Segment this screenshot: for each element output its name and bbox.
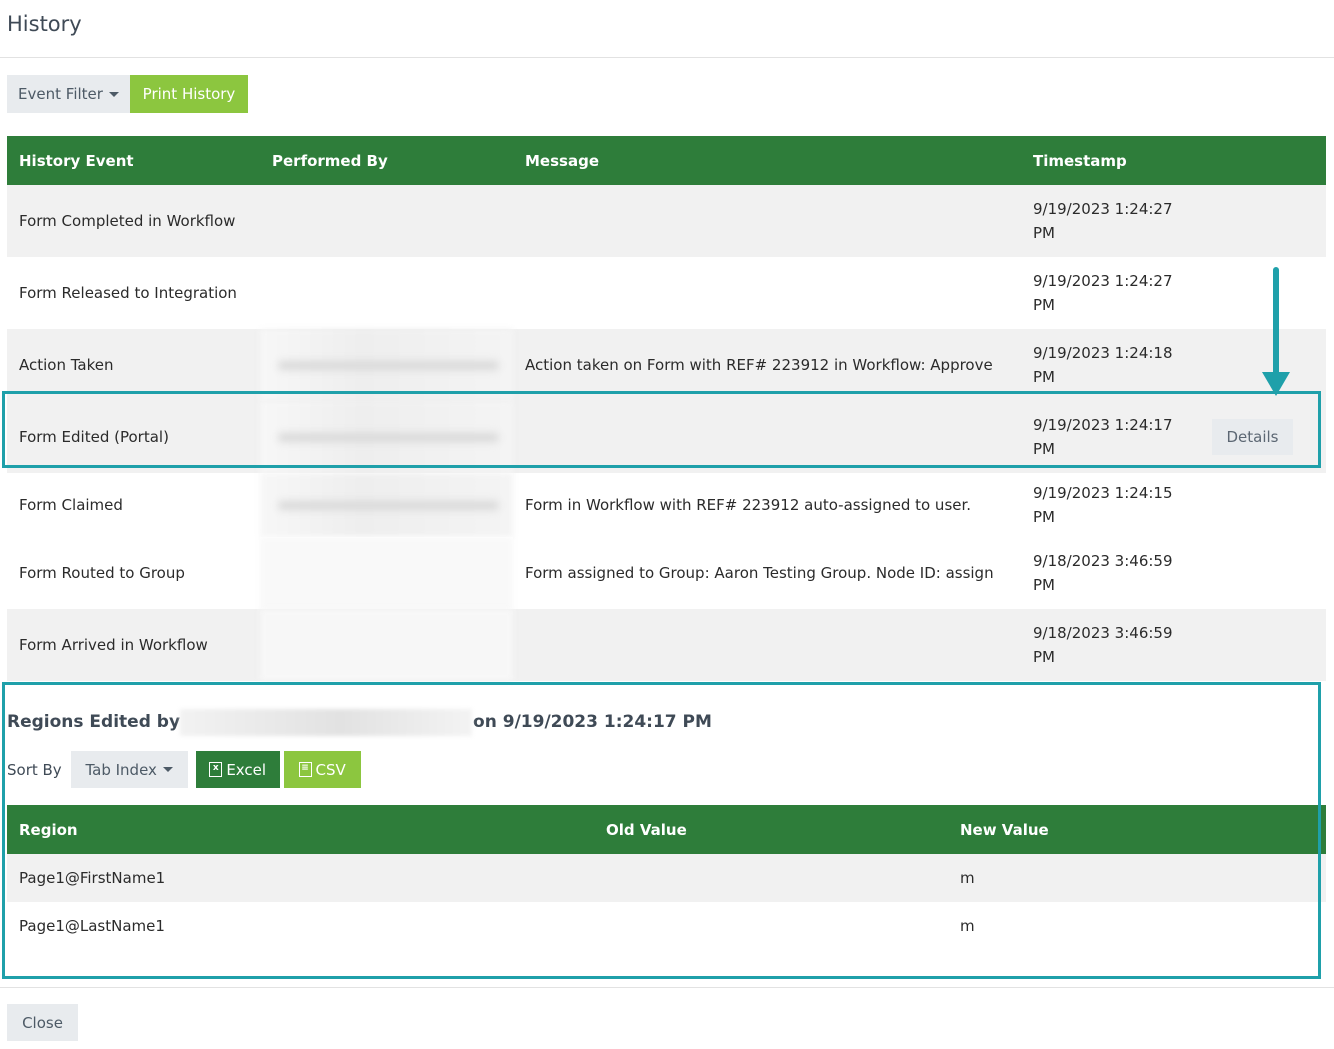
row-performed-by-redacted [260, 329, 513, 401]
sort-by-label: Sort By [7, 760, 62, 779]
table-row: Form Edited (Portal) 9/19/2023 1:24:17 P… [7, 401, 1326, 473]
csv-file-icon: ≡ [298, 762, 312, 777]
export-excel-button[interactable]: x Excel [195, 751, 280, 788]
row-old-value [594, 854, 948, 902]
col-new-value: New Value [948, 805, 1326, 854]
regions-heading-prefix: Regions Edited by [7, 712, 181, 732]
sort-by-dropdown[interactable]: Tab Index [70, 751, 188, 788]
col-performed-by: Performed By [260, 136, 513, 185]
history-toolbar: Event Filter Print History [7, 75, 248, 113]
table-row: Form Claimed Form in Workflow with REF# … [7, 473, 1326, 537]
excel-file-icon: x [209, 762, 223, 777]
row-region: Page1@LastName1 [7, 902, 594, 950]
row-region: Page1@FirstName1 [7, 854, 594, 902]
regions-table-header: Region Old Value New Value [7, 805, 1326, 854]
table-row: Form Completed in Workflow 9/19/2023 1:2… [7, 185, 1326, 257]
row-message: Form in Workflow with REF# 223912 auto-a… [513, 473, 1021, 537]
row-performed-by [260, 257, 513, 329]
regions-toolbar: Sort By Tab Index x Excel ≡ CSV [7, 751, 361, 788]
row-event: Form Claimed [7, 473, 260, 537]
table-row: Page1@FirstName1 m [7, 854, 1326, 902]
event-filter-dropdown[interactable]: Event Filter [7, 75, 130, 113]
row-message: Action taken on Form with REF# 223912 in… [513, 329, 1021, 401]
row-event: Form Arrived in Workflow [7, 609, 260, 681]
table-row: Page1@LastName1 m [7, 902, 1326, 950]
row-old-value [594, 902, 948, 950]
row-timestamp: 9/19/2023 1:24:17 PM [1021, 401, 1206, 473]
sort-value: Tab Index [85, 760, 157, 779]
col-actions [1206, 136, 1326, 185]
row-performed-by-redacted [260, 537, 513, 609]
row-message: Form assigned to Group: Aaron Testing Gr… [513, 537, 1021, 609]
table-row: Form Released to Integration 9/19/2023 1… [7, 257, 1326, 329]
col-old-value: Old Value [594, 805, 948, 854]
row-timestamp: 9/18/2023 3:46:59 PM [1021, 609, 1206, 681]
row-event: Form Completed in Workflow [7, 185, 260, 257]
history-table-header: History Event Performed By Message Times… [7, 136, 1326, 185]
close-button[interactable]: Close [7, 1004, 78, 1041]
footer-divider [0, 987, 1334, 988]
row-new-value: m [948, 902, 1326, 950]
col-region: Region [7, 805, 594, 854]
caret-down-icon [162, 767, 173, 772]
modal-title: History [7, 12, 82, 36]
details-button[interactable]: Details [1212, 419, 1293, 455]
row-event: Form Released to Integration [7, 257, 260, 329]
row-performed-by-redacted [260, 609, 513, 681]
event-filter-label: Event Filter [18, 85, 103, 103]
row-event: Form Edited (Portal) [7, 401, 260, 473]
regions-heading: Regions Edited by on 9/19/2023 1:24:17 P… [7, 708, 712, 736]
row-timestamp: 9/18/2023 3:46:59 PM [1021, 537, 1206, 609]
row-new-value: m [948, 854, 1326, 902]
row-event: Action Taken [7, 329, 260, 401]
row-timestamp: 9/19/2023 1:24:15 PM [1021, 473, 1206, 537]
row-message [513, 609, 1021, 681]
print-history-button[interactable]: Print History [130, 75, 248, 113]
row-message [513, 257, 1021, 329]
title-divider [0, 57, 1334, 58]
row-message [513, 401, 1021, 473]
row-message [513, 185, 1021, 257]
row-performed-by-redacted [260, 401, 513, 473]
col-timestamp: Timestamp [1021, 136, 1206, 185]
row-timestamp: 9/19/2023 1:24:27 PM [1021, 257, 1206, 329]
row-timestamp: 9/19/2023 1:24:18 PM [1021, 329, 1206, 401]
regions-heading-suffix: on 9/19/2023 1:24:17 PM [473, 712, 712, 732]
table-row: Form Arrived in Workflow 9/18/2023 3:46:… [7, 609, 1326, 681]
col-message: Message [513, 136, 1021, 185]
csv-label: CSV [315, 760, 346, 779]
excel-label: Excel [226, 760, 267, 779]
history-table: History Event Performed By Message Times… [7, 136, 1326, 681]
redacted-user-name [180, 708, 473, 736]
row-timestamp: 9/19/2023 1:24:27 PM [1021, 185, 1206, 257]
col-history-event: History Event [7, 136, 260, 185]
row-performed-by-redacted [260, 473, 513, 537]
regions-table: Region Old Value New Value Page1@FirstNa… [7, 805, 1326, 950]
table-row: Action Taken Action taken on Form with R… [7, 329, 1326, 401]
row-event: Form Routed to Group [7, 537, 260, 609]
table-row: Form Routed to Group Form assigned to Gr… [7, 537, 1326, 609]
caret-down-icon [108, 91, 119, 97]
row-performed-by [260, 185, 513, 257]
export-csv-button[interactable]: ≡ CSV [283, 751, 361, 788]
arrow-down-icon [1262, 267, 1290, 396]
